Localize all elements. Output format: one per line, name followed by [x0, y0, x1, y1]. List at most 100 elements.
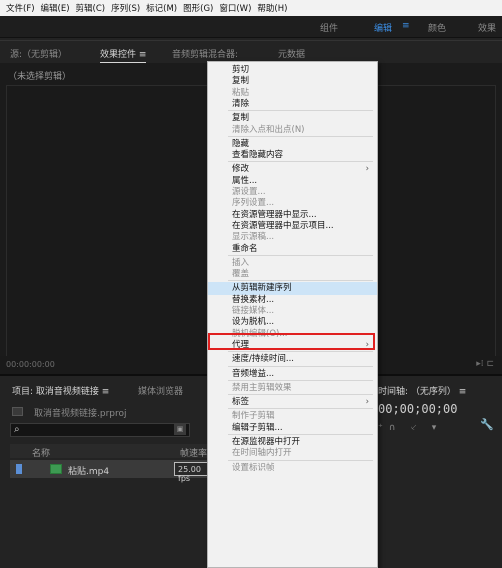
workspace-effects[interactable]: 效果 — [478, 21, 496, 34]
tab-metadata[interactable]: 元数据 — [278, 47, 305, 60]
context-menu-item-label: 源设置... — [232, 187, 266, 197]
new-bin-icon[interactable]: ▣ — [174, 424, 186, 435]
context-menu-item-label: 粘贴 — [232, 87, 250, 98]
context-menu-item-label: 序列设置... — [232, 198, 275, 209]
context-menu-item[interactable]: 重命名 — [208, 243, 377, 256]
menu-1[interactable]: 编辑(E) — [38, 2, 73, 14]
context-menu-item-label: 速度/持续时间... — [232, 354, 294, 365]
chevron-right-icon: › — [365, 339, 369, 350]
timeline-timecode: 00;00;00;00 — [378, 402, 458, 416]
context-menu-item-label: 从剪辑新建序列 — [232, 283, 292, 294]
menu-separator — [228, 135, 373, 137]
context-menu-item-label: 替换素材... — [232, 294, 275, 305]
menu-4[interactable]: 标记(M) — [143, 2, 180, 14]
context-menu-item-label: 清除 — [232, 98, 250, 109]
export-frame-icon[interactable]: ▸⁞ ⊏ — [476, 359, 494, 369]
context-menu-item[interactable]: 标签 › — [208, 396, 377, 409]
wrench-icon[interactable]: 🔧 — [480, 418, 494, 431]
tab-effect-controls[interactable]: 效果控件 ≡ — [100, 47, 147, 63]
context-menu-item: 覆盖 — [208, 268, 377, 281]
menu-6[interactable]: 窗口(W) — [216, 2, 254, 14]
menu-separator — [228, 379, 373, 381]
context-menu-item: 清除入点和出点(N) — [208, 124, 377, 137]
menu-separator — [228, 408, 373, 410]
context-menu-item-label: 覆盖 — [232, 269, 250, 280]
column-frame-rate[interactable]: 帧速率 — [180, 446, 207, 459]
context-menu: 剪切 复制 粘贴 清除 复制 清除入点和出点(N) 隐藏 查看隐藏内容 修改 › 属性... 源设置.… — [207, 61, 378, 568]
menu-separator — [228, 254, 373, 256]
tab-source[interactable]: 源:（无剪辑） — [10, 47, 67, 60]
context-menu-item-label: 在时间轴内打开 — [232, 448, 292, 459]
timeline-tab-label: 时间轴: （无序列） — [378, 387, 456, 397]
menu-0[interactable]: 文件(F) — [3, 2, 38, 14]
menu-separator — [228, 280, 373, 282]
source-timecode: 00:00:00:00 — [6, 360, 55, 369]
tab-audio-clip-mixer[interactable]: 音频剪辑混合器: — [172, 47, 238, 60]
context-menu-item-label: 链接媒体... — [232, 306, 275, 316]
context-menu-item[interactable]: 查看隐藏内容 — [208, 149, 377, 162]
workspace-menu-icon[interactable]: ≡ — [402, 21, 410, 31]
context-menu-item[interactable]: 代理 › — [208, 339, 377, 352]
menu-separator — [228, 365, 373, 367]
context-menu-item-label: 属性... — [232, 175, 258, 186]
project-tab-menu-icon[interactable]: ≡ — [102, 387, 110, 397]
menu-separator — [228, 161, 373, 163]
context-menu-item-label: 代理 — [232, 339, 250, 350]
search-icon: ⌕ — [14, 424, 20, 435]
source-tab-bar: 源:（无剪辑） 效果控件 ≡ 音频剪辑混合器: 元数据 — [0, 41, 502, 63]
menu-separator — [228, 459, 373, 461]
clip-label-color — [16, 464, 22, 474]
project-search-input[interactable]: ⌕ — [10, 423, 190, 437]
context-menu-item-label: 脱机编辑(O)... — [232, 328, 288, 339]
context-menu-item-label: 修改 — [232, 164, 250, 175]
context-menu-item-label: 复制 — [232, 76, 250, 87]
tab-timeline[interactable]: 时间轴: （无序列） ≡ — [378, 384, 466, 397]
timeline-tools[interactable]: ⁺∩ ⸔ ▾ — [378, 420, 442, 433]
tab-menu-icon[interactable]: ≡ — [139, 50, 147, 60]
context-menu-item-label: 重命名 — [232, 243, 258, 254]
video-clip-icon — [50, 464, 62, 474]
menu-7[interactable]: 帮助(H) — [254, 2, 290, 14]
workspace-editing[interactable]: 编辑 — [374, 21, 392, 34]
workspace-color[interactable]: 颜色 — [428, 21, 446, 34]
workspace-bar: 组件 编辑 ≡ 颜色 效果 — [0, 16, 502, 38]
context-menu-item[interactable]: 速度/持续时间... — [208, 353, 377, 366]
menu-5[interactable]: 图形(G) — [180, 2, 216, 14]
context-menu-item[interactable]: 编辑子剪辑... — [208, 422, 377, 435]
context-menu-item: 设置标识帧 — [208, 462, 377, 475]
column-name[interactable]: 名称 — [32, 446, 50, 459]
workspace-assembly[interactable]: 组件 — [320, 21, 338, 34]
context-menu-item[interactable]: 音频增益... — [208, 368, 377, 381]
context-menu-item-label: 音频增益... — [232, 368, 275, 379]
context-menu-item-label: 在资源管理器中显示项目... — [232, 220, 334, 231]
chevron-right-icon: › — [365, 397, 369, 408]
menu-separator — [228, 110, 373, 112]
timeline-panel: 时间轴: （无序列） ≡ 00;00;00;00 ⁺∩ ⸔ ▾ 🔧 — [370, 374, 502, 568]
context-menu-item-label: 制作子剪辑 — [232, 411, 275, 422]
menu-2[interactable]: 剪辑(C) — [73, 2, 109, 14]
project-tab-label: 项目: 取消音视频链接 — [12, 387, 99, 397]
menu-separator — [228, 351, 373, 353]
context-menu-item-label: 设为脱机... — [232, 317, 275, 328]
context-menu-item-label: 标签 — [232, 397, 250, 408]
timeline-tab-menu-icon[interactable]: ≡ — [459, 387, 467, 397]
menu-3[interactable]: 序列(S) — [108, 2, 143, 14]
clip-name: 粘贴.mp4 — [68, 467, 110, 477]
menu-separator — [228, 394, 373, 396]
context-menu-item-label: 剪切 — [232, 65, 250, 75]
project-file-icon — [12, 407, 23, 416]
no-clip-selected-label: （未选择剪辑） — [8, 72, 72, 82]
project-file-name: 取消音视频链接.prproj — [34, 409, 127, 419]
tab-project[interactable]: 项目: 取消音视频链接 ≡ — [12, 384, 109, 397]
context-menu-item-label: 复制 — [232, 113, 250, 124]
menu-separator — [228, 434, 373, 435]
context-menu-item-label: 清除入点和出点(N) — [232, 124, 305, 135]
menu-bar: 文件(F) 编辑(E) 剪辑(C) 序列(S) 标记(M) 图形(G) 窗口(W) 帮助(H) — [0, 0, 502, 16]
context-menu-item[interactable]: 清除 — [208, 98, 377, 111]
context-menu-item-label: 隐藏 — [232, 138, 250, 149]
context-menu-item-label: 在资源管理器中显示... — [232, 209, 317, 220]
context-menu-item-label: 禁用主剪辑效果 — [232, 382, 292, 393]
tab-media-browser[interactable]: 媒体浏览器 — [138, 384, 183, 397]
context-menu-item: 禁用主剪辑效果 — [208, 382, 377, 395]
tab-effect-controls-label: 效果控件 — [100, 50, 137, 60]
